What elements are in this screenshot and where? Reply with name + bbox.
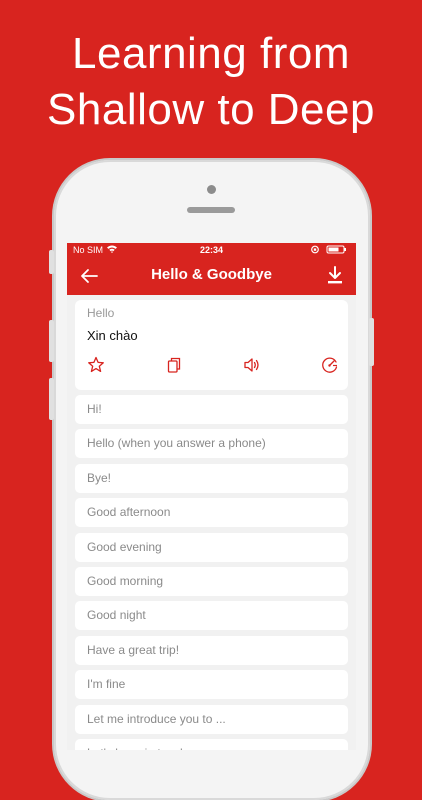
- list-item[interactable]: I'm fine: [75, 670, 348, 700]
- page-title: Hello & Goodbye: [151, 266, 272, 283]
- list-item[interactable]: Have a great trip!: [75, 635, 348, 665]
- list-item[interactable]: Let's keep in touch: [75, 738, 348, 750]
- list-item[interactable]: Hello (when you answer a phone): [75, 429, 348, 459]
- phrase-actions: [75, 356, 348, 376]
- list-item[interactable]: Good evening: [75, 532, 348, 562]
- app-screen: No SIM 22:34 Hello & Goodbye Hello Xin c…: [67, 243, 356, 750]
- phrase-english: Hello: [87, 306, 115, 320]
- battery-icon: [326, 245, 346, 254]
- list-item[interactable]: Hi!: [75, 395, 348, 424]
- download-icon[interactable]: [326, 266, 344, 286]
- copy-icon[interactable]: [165, 356, 183, 374]
- front-camera: [207, 185, 216, 194]
- orientation-lock-icon: [311, 245, 319, 254]
- selected-phrase-card: Hello Xin chào: [75, 300, 348, 390]
- phone-power-button: [369, 318, 374, 366]
- headline-line-1: Learning from: [72, 29, 350, 78]
- back-arrow-icon[interactable]: [79, 266, 99, 286]
- phone-volume-down: [49, 378, 54, 420]
- headline: Learning from Shallow to Deep: [0, 26, 422, 138]
- list-item[interactable]: Bye!: [75, 463, 348, 493]
- earpiece-speaker: [187, 207, 235, 213]
- list-item[interactable]: Good morning: [75, 566, 348, 596]
- status-bar: No SIM 22:34: [67, 243, 356, 258]
- phrase-vietnamese: Xin chào: [87, 328, 138, 343]
- speaker-icon[interactable]: [243, 356, 261, 374]
- list-item[interactable]: Good night: [75, 601, 348, 631]
- star-icon[interactable]: [87, 356, 105, 374]
- list-item[interactable]: Let me introduce you to ...: [75, 704, 348, 734]
- phone-mute-switch: [49, 250, 54, 274]
- headline-line-2: Shallow to Deep: [47, 85, 375, 134]
- speed-icon[interactable]: [321, 356, 339, 374]
- list-item[interactable]: Good afternoon: [75, 498, 348, 528]
- phone-volume-up: [49, 320, 54, 362]
- phrase-list: Hello Xin chào Hi! Hello (when you answe…: [75, 300, 348, 750]
- nav-bar: Hello & Goodbye: [67, 258, 356, 295]
- status-right-icons: [310, 245, 350, 256]
